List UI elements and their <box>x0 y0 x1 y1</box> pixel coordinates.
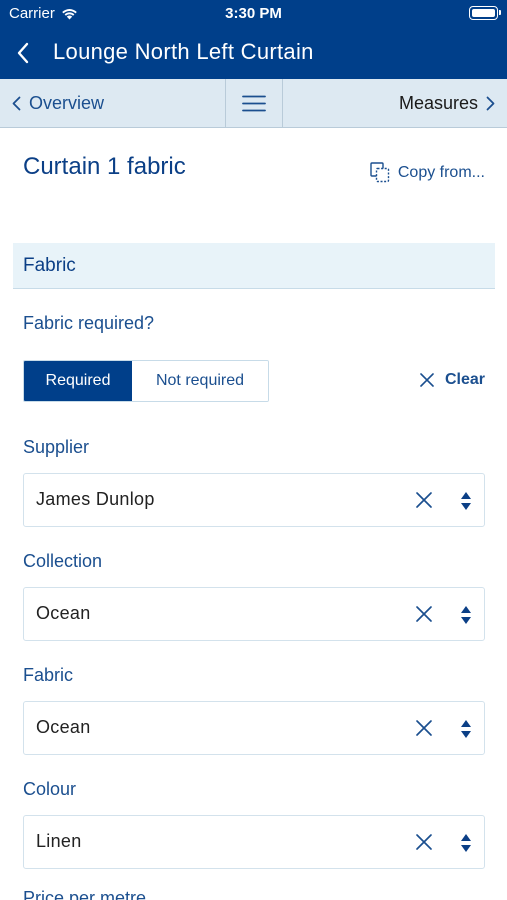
overview-label: Overview <box>29 92 105 113</box>
collection-select[interactable]: Ocean <box>23 587 485 641</box>
collection-label: Collection <box>23 551 103 571</box>
sort-arrows-icon <box>461 492 471 510</box>
page-title: Curtain 1 fabric <box>23 153 186 180</box>
menu-button[interactable] <box>225 79 283 127</box>
clear-selection-icon[interactable] <box>414 832 434 852</box>
copy-from-button[interactable]: Copy from... <box>370 162 485 183</box>
not-required-option[interactable]: Not required <box>132 361 268 401</box>
clear-selection-icon[interactable] <box>414 490 434 510</box>
section-navigation-bar: Overview Measures <box>0 79 507 128</box>
measures-label: Measures <box>398 92 478 113</box>
supplier-value: James Dunlop <box>36 489 155 509</box>
copy-from-label: Copy from... <box>397 163 485 181</box>
clear-selection-icon[interactable] <box>414 718 434 738</box>
hamburger-menu-icon <box>242 95 266 111</box>
sort-arrows-icon <box>461 606 471 624</box>
status-bar: Carrier 3:30 PM <box>0 0 507 28</box>
back-button[interactable] <box>10 38 36 68</box>
colour-value: Linen <box>36 831 82 851</box>
fabric-select[interactable]: Ocean <box>23 701 485 755</box>
section-title: Fabric <box>23 254 76 276</box>
collection-value: Ocean <box>36 603 91 623</box>
fabric-value: Ocean <box>36 717 91 737</box>
copy-icon <box>370 162 390 183</box>
chevron-left-icon <box>17 42 29 64</box>
close-icon <box>420 373 434 387</box>
fabric-label: Fabric <box>23 665 74 685</box>
chevron-right-icon <box>486 96 495 110</box>
fabric-required-label: Fabric required? <box>23 313 155 333</box>
sort-arrows-icon <box>461 720 471 738</box>
clear-button[interactable]: Clear <box>419 371 485 389</box>
measures-button[interactable]: Measures <box>283 79 507 127</box>
navigation-bar: Lounge North Left Curtain <box>0 28 507 79</box>
required-option[interactable]: Required <box>24 361 132 401</box>
overview-button[interactable]: Overview <box>0 79 225 127</box>
supplier-label: Supplier <box>23 437 90 457</box>
colour-label: Colour <box>23 779 77 799</box>
status-time: 3:30 PM <box>225 5 282 22</box>
price-per-metre-label: Price per metre <box>23 888 147 900</box>
section-header-fabric: Fabric <box>13 243 495 289</box>
fabric-required-toggle: Required Not required <box>23 360 269 402</box>
clear-selection-icon[interactable] <box>414 604 434 624</box>
clear-label: Clear <box>444 371 485 388</box>
chevron-left-icon <box>12 96 21 110</box>
sort-arrows-icon <box>461 834 471 852</box>
supplier-select[interactable]: James Dunlop <box>23 473 485 527</box>
battery-icon <box>469 6 501 20</box>
page-header-title: Lounge North Left Curtain <box>53 39 314 64</box>
colour-select[interactable]: Linen <box>23 815 485 869</box>
